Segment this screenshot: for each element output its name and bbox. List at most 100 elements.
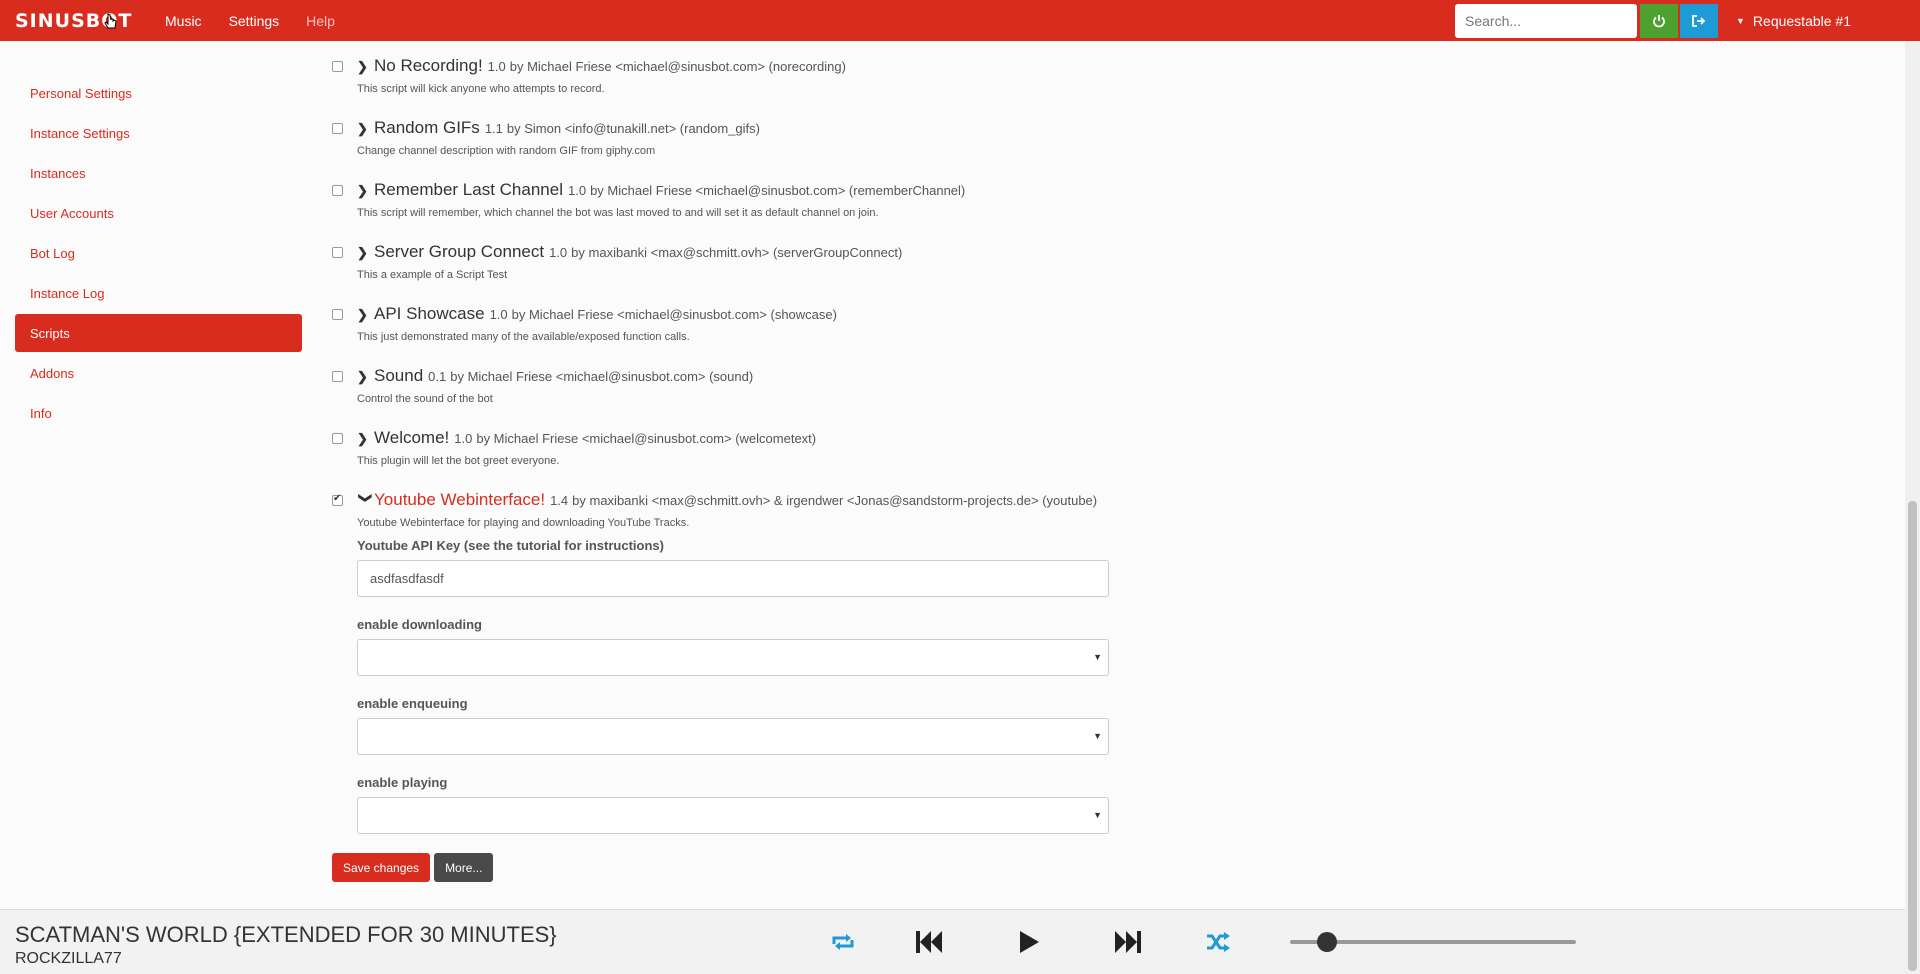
script-description: Youtube Webinterface for playing and dow… [357, 517, 690, 529]
power-icon [1653, 14, 1665, 27]
sidebar-item-addons[interactable]: Addons [15, 354, 302, 392]
nav-help[interactable]: Help [306, 13, 335, 29]
script-author: by maxibanki <max@schmitt.ovh> (serverGr… [571, 245, 903, 260]
script-header[interactable]: ❯ Welcome! 1.0 by Michael Friese <michael@s… [357, 428, 816, 448]
script-item: ❯ No Recording! 1.0 by Michael Friese <mich… [330, 56, 1510, 118]
script-description: Change channel description with random G… [357, 145, 656, 157]
search-input[interactable] [1455, 3, 1637, 38]
script-description: This plugin will let the bot greet every… [357, 455, 560, 467]
chevron-right-icon: ❯ [357, 245, 368, 260]
skip-forward-icon [1115, 931, 1141, 953]
script-header[interactable]: ❯ No Recording! 1.0 by Michael Friese <mich… [357, 56, 846, 76]
script-description: Control the sound of the bot [357, 393, 493, 405]
script-version: 1.1 [484, 121, 503, 136]
script-enable-checkbox[interactable] [332, 493, 343, 506]
more-button[interactable]: More... [434, 853, 494, 882]
repeat-button[interactable] [825, 926, 861, 958]
page-scrollbar[interactable] [1905, 41, 1920, 974]
script-version: 1.0 [549, 245, 568, 260]
script-name: No Recording! [374, 56, 483, 75]
chevron-right-icon: ❯ [357, 369, 368, 384]
nav-settings[interactable]: Settings [229, 13, 280, 29]
hand-cursor-icon [104, 13, 117, 29]
script-header[interactable]: ❯ Random GIFs 1.1 by Simon <info@tunakill.n… [357, 118, 760, 138]
script-header[interactable]: ❯ API Showcase 1.0 by Michael Friese <micha… [357, 304, 837, 324]
scrollbar-thumb[interactable] [1908, 501, 1917, 971]
enqueuing-label: enable enqueuing [357, 696, 468, 711]
api-key-label: Youtube API Key (see the tutorial for in… [357, 538, 664, 553]
sidebar-item-instances[interactable]: Instances [15, 154, 302, 192]
script-version: 1.0 [454, 431, 473, 446]
select-arrow-icon: ▼ [1093, 810, 1102, 820]
script-enable-checkbox[interactable] [332, 61, 343, 72]
sidebar-item-user-accounts[interactable]: User Accounts [15, 194, 302, 232]
script-enable-checkbox[interactable] [332, 309, 343, 320]
script-item: ❯ Welcome! 1.0 by Michael Friese <michael@s… [330, 428, 1510, 490]
repeat-icon [832, 934, 854, 950]
skip-back-icon [916, 931, 942, 953]
play-button[interactable] [1011, 926, 1047, 958]
script-header[interactable]: ❯ Youtube Webinterface! 1.4 by maxibanki <m… [357, 490, 1098, 510]
instance-selector[interactable]: ▼ Requestable #1 [1736, 13, 1920, 29]
sidebar-item-instance-log[interactable]: Instance Log [15, 274, 302, 312]
track-title: SCATMAN'S WORLD {EXTENDED FOR 30 MINUTES… [15, 922, 557, 947]
shuffle-button[interactable] [1200, 926, 1236, 958]
script-name: Youtube Webinterface! [374, 490, 546, 509]
previous-button[interactable] [911, 926, 947, 958]
script-header[interactable]: ❯ Server Group Connect 1.0 by maxibanki <ma… [357, 242, 902, 262]
sidebar-item-scripts[interactable]: Scripts [15, 314, 302, 352]
script-author: by Michael Friese <michael@sinusbot.com>… [476, 431, 817, 446]
script-author: by Michael Friese <michael@sinusbot.com>… [509, 59, 846, 74]
next-button[interactable] [1110, 926, 1146, 958]
script-description: This just demonstrated many of the avail… [357, 331, 690, 343]
playing-label: enable playing [357, 775, 448, 790]
script-version: 1.4 [550, 493, 569, 508]
sidebar-item-personal-settings[interactable]: Personal Settings [15, 74, 302, 112]
script-author: by maxibanki <max@schmitt.ovh> & irgendw… [572, 493, 1098, 508]
save-button[interactable]: Save changes [332, 853, 431, 882]
chevron-right-icon: ❯ [357, 59, 368, 74]
track-artist: ROCKZILLA77 [15, 950, 122, 967]
script-header[interactable]: ❯ Remember Last Channel 1.0 by Michael Frie… [357, 180, 965, 200]
sidebar-item-info[interactable]: Info [15, 394, 302, 432]
chevron-right-icon: ❯ [357, 121, 368, 136]
play-icon [1020, 931, 1039, 953]
script-enable-checkbox[interactable] [332, 247, 343, 258]
api-key-input[interactable]: asdfasdfasdf [357, 560, 1109, 597]
script-enable-checkbox[interactable] [332, 371, 343, 382]
volume-slider-handle[interactable] [1317, 932, 1338, 952]
form-actions: Save changes More... [332, 853, 494, 882]
top-navbar: SINUSBOT Music Settings Help ▼ Requestab… [0, 0, 1920, 41]
playing-select[interactable]: ▼ [357, 797, 1109, 834]
script-description: This a example of a Script Test [357, 269, 508, 281]
script-author: by Michael Friese <michael@sinusbot.com>… [511, 307, 837, 322]
script-version: 1.0 [487, 59, 506, 74]
chevron-right-icon: ❯ [357, 307, 368, 322]
script-item: ❯ Server Group Connect 1.0 by maxibanki <ma… [330, 242, 1510, 304]
player-bar: SCATMAN'S WORLD {EXTENDED FOR 30 MINUTES… [0, 909, 1905, 974]
enqueuing-select[interactable]: ▼ [357, 718, 1109, 755]
downloading-select[interactable]: ▼ [357, 639, 1109, 676]
script-name: Random GIFs [374, 118, 480, 137]
logout-button[interactable] [1680, 3, 1718, 38]
chevron-down-icon: ❯ [358, 492, 374, 504]
script-enable-checkbox[interactable] [332, 123, 343, 134]
volume-slider[interactable] [1290, 932, 1576, 952]
script-enable-checkbox[interactable] [332, 185, 343, 196]
youtube-config-form: Youtube API Key (see the tutorial for in… [357, 538, 1109, 854]
script-enable-checkbox[interactable] [332, 433, 343, 444]
power-button[interactable] [1640, 3, 1678, 38]
script-author: by Simon <info@tunakill.net> (random_gif… [506, 121, 760, 136]
nav-music[interactable]: Music [165, 13, 202, 29]
script-version: 1.0 [567, 183, 587, 198]
sidebar-item-bot-log[interactable]: Bot Log [15, 234, 302, 272]
sidebar-item-instance-settings[interactable]: Instance Settings [15, 114, 302, 152]
script-author: by Michael Friese <michael@sinusbot.com>… [590, 183, 966, 198]
script-version: 1.0 [489, 307, 508, 322]
instance-label: Requestable #1 [1752, 12, 1851, 29]
script-header[interactable]: ❯ Sound 0.1 by Michael Friese <michael@sinu… [357, 366, 753, 386]
select-arrow-icon: ▼ [1093, 652, 1102, 662]
brand-logo[interactable]: SINUSBOT [15, 10, 165, 32]
script-name: Remember Last Channel [374, 180, 563, 199]
api-key-value: asdfasdfasdf [370, 571, 444, 586]
